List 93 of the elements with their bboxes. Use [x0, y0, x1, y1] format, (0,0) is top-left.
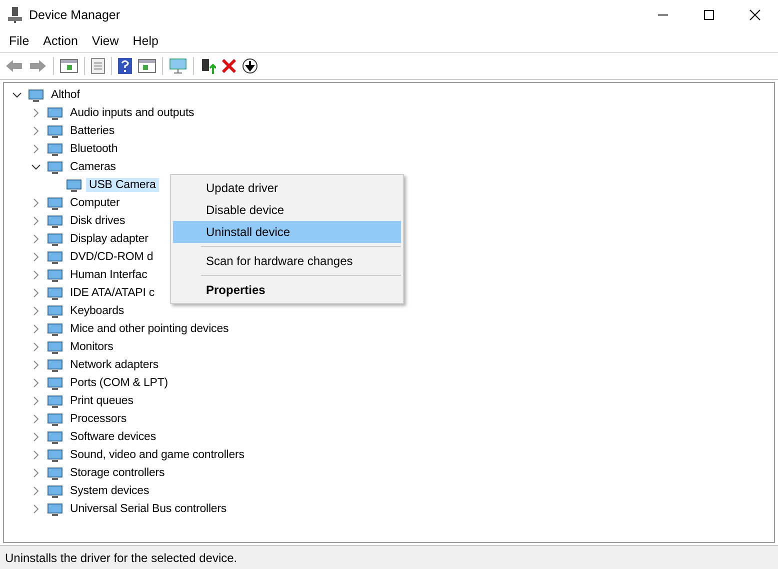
window-title: Device Manager: [29, 8, 120, 22]
collapsed-chevron-icon[interactable]: [31, 198, 41, 208]
collapsed-chevron-icon[interactable]: [31, 486, 41, 496]
device-icon: [47, 141, 63, 157]
menu-item[interactable]: Scan for hardware changes: [173, 250, 401, 272]
tree-item[interactable]: Disk drives: [67, 214, 128, 228]
maximize-icon: [703, 9, 715, 21]
tree-item[interactable]: Network adapters: [67, 358, 162, 372]
device-icon: [47, 267, 63, 283]
tree-item[interactable]: Keyboards: [67, 304, 128, 318]
document-icon[interactable]: [91, 58, 105, 74]
menu-item[interactable]: Uninstall device: [173, 221, 401, 243]
tree-item[interactable]: Computer: [67, 196, 123, 210]
device-icon: [47, 231, 63, 247]
menu-item[interactable]: Help: [126, 34, 166, 48]
add-driver-icon[interactable]: [200, 58, 216, 74]
device-icon: [47, 483, 63, 499]
tree-item[interactable]: IDE ATA/ATAPI c: [67, 286, 158, 300]
device-icon: [47, 195, 63, 211]
collapsed-chevron-icon[interactable]: [31, 126, 41, 136]
tree-item[interactable]: Ports (COM & LPT): [67, 376, 171, 390]
collapsed-chevron-icon[interactable]: [31, 450, 41, 460]
expanded-chevron-icon[interactable]: [12, 90, 22, 100]
device-icon: [47, 285, 63, 301]
tree-item[interactable]: USB Camera: [86, 178, 159, 192]
device-icon: [47, 447, 63, 463]
tree-item[interactable]: DVD/CD-ROM d: [67, 250, 156, 264]
device-icon: [47, 429, 63, 445]
back-arrow-icon[interactable]: [5, 59, 23, 73]
collapsed-chevron-icon[interactable]: [31, 324, 41, 334]
tree-item[interactable]: Sound, video and game controllers: [67, 448, 248, 462]
tree-item[interactable]: Bluetooth: [67, 142, 121, 156]
device-icon: [47, 357, 63, 373]
status-text: Uninstalls the driver for the selected device.: [5, 550, 238, 564]
collapsed-chevron-icon[interactable]: [31, 216, 41, 226]
tree-item[interactable]: Audio inputs and outputs: [67, 106, 198, 120]
collapsed-chevron-icon[interactable]: [31, 234, 41, 244]
device-icon: [47, 303, 63, 319]
expanded-chevron-icon[interactable]: [31, 162, 41, 172]
tree-item[interactable]: System devices: [67, 484, 152, 498]
forward-arrow-icon[interactable]: [29, 59, 47, 73]
collapsed-chevron-icon[interactable]: [31, 252, 41, 262]
tree-item[interactable]: Monitors: [67, 340, 116, 354]
collapsed-chevron-icon[interactable]: [31, 414, 41, 424]
collapsed-chevron-icon[interactable]: [31, 504, 41, 514]
tree-item[interactable]: Mice and other pointing devices: [67, 322, 232, 336]
window-icon[interactable]: [60, 59, 78, 73]
tree-item[interactable]: Batteries: [67, 124, 118, 138]
collapsed-chevron-icon[interactable]: [31, 468, 41, 478]
collapsed-chevron-icon[interactable]: [31, 342, 41, 352]
tree-item[interactable]: Cameras: [67, 160, 119, 174]
collapsed-chevron-icon[interactable]: [31, 270, 41, 280]
device-icon: [47, 501, 63, 517]
tree-item[interactable]: Storage controllers: [67, 466, 168, 480]
device-icon: [47, 393, 63, 409]
device-icon: [47, 123, 63, 139]
collapsed-chevron-icon[interactable]: [31, 108, 41, 118]
device-icon: [47, 339, 63, 355]
tree-item[interactable]: Processors: [67, 412, 130, 426]
menu-item[interactable]: Action: [36, 34, 85, 48]
device-icon: [47, 465, 63, 481]
tree-item[interactable]: Software devices: [67, 430, 159, 444]
device-icon: [47, 213, 63, 229]
tree-item[interactable]: Display adapter: [67, 232, 152, 246]
delete-x-icon[interactable]: [222, 59, 236, 73]
device-icon: [47, 411, 63, 427]
menu-item[interactable]: Update driver: [173, 177, 401, 199]
tree-item[interactable]: Universal Serial Bus controllers: [67, 502, 230, 516]
tree-item[interactable]: Print queues: [67, 394, 136, 408]
device-icon: [47, 249, 63, 265]
device-icon: [47, 375, 63, 391]
close-icon: [749, 9, 761, 21]
collapsed-chevron-icon[interactable]: [31, 360, 41, 370]
device-icon: [47, 159, 63, 175]
help-icon[interactable]: [118, 58, 132, 74]
device-icon: [28, 87, 44, 103]
menu-item[interactable]: View: [84, 34, 126, 48]
tree-item[interactable]: Human Interfac: [67, 268, 150, 282]
device-icon: [47, 105, 63, 121]
collapsed-chevron-icon[interactable]: [31, 306, 41, 316]
collapsed-chevron-icon[interactable]: [31, 378, 41, 388]
menu-item[interactable]: Disable device: [173, 199, 401, 221]
menu-item[interactable]: File: [2, 34, 36, 48]
collapsed-chevron-icon[interactable]: [31, 144, 41, 154]
tree-item[interactable]: Althof: [48, 88, 83, 102]
window-icon[interactable]: [138, 59, 156, 73]
collapsed-chevron-icon[interactable]: [31, 432, 41, 442]
monitor-icon[interactable]: [169, 58, 187, 74]
collapsed-chevron-icon[interactable]: [31, 396, 41, 406]
menu-item[interactable]: Properties: [173, 279, 401, 301]
collapsed-chevron-icon[interactable]: [31, 288, 41, 298]
device-icon: [66, 177, 82, 193]
device-icon: [47, 321, 63, 337]
